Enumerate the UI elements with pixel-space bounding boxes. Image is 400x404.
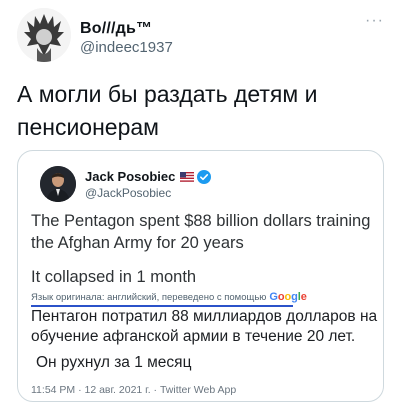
quoted-tweet-card[interactable]: Jack Posobiec @JackPosobiec The Pentagon… [17,150,384,402]
outer-display-name[interactable]: Во///дь™ [80,20,152,38]
translated-text-line2: Он рухнул за 1 месяц [36,354,192,371]
translated-text-line1: Пентагон потратил 88 миллиардов долларов… [31,308,378,345]
outer-avatar[interactable] [17,8,71,62]
quoted-display-name[interactable]: Jack Posobiec [85,169,212,184]
quoted-text-line1: The Pentagon spent $88 billion dollars t… [31,212,371,252]
translation-note: Язык оригинала: английский, переведено с… [31,291,307,303]
quoted-handle[interactable]: @JackPosobiec [85,186,171,200]
tweet-text: А могли бы раздать детям и пенсионерам [17,81,318,140]
google-logo: Google [269,291,307,303]
verified-badge-icon [197,169,212,184]
translation-label: Язык оригинала: английский, переведено с… [31,291,267,303]
inner-avatar[interactable] [40,166,76,202]
quoted-name-text: Jack Posobiec [85,169,176,184]
avatar-illustration-icon [17,8,71,62]
person-photo-icon [40,166,76,202]
tweet-timestamp[interactable]: 11:54 PM · 12 авг. 2021 г. · Twitter Web… [31,384,236,396]
outer-handle[interactable]: @indeec1937 [80,39,173,56]
quoted-text-line2: It collapsed in 1 month [31,268,197,286]
tweet-header: Во///дь™ @indeec1937 ··· [17,8,388,62]
more-icon[interactable]: ··· [365,12,384,30]
us-flag-icon [180,171,195,182]
